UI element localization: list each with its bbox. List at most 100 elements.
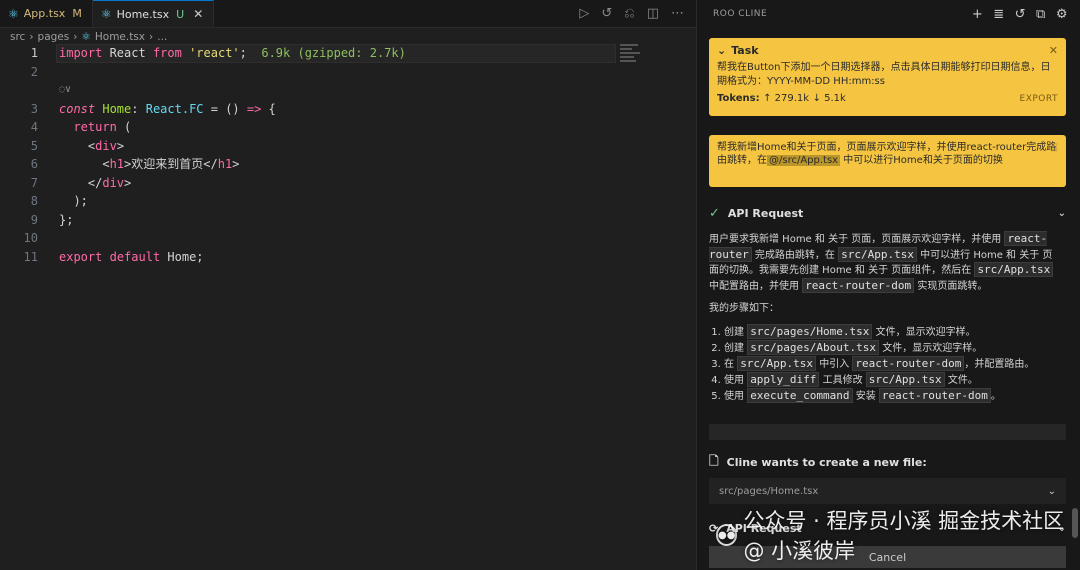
- chevron-right-icon: ›: [29, 31, 34, 43]
- tokens-up: ↑ 279.1k: [763, 93, 810, 104]
- line-number: 4: [30, 120, 38, 134]
- modified-badge: M: [72, 7, 82, 20]
- split-editor-icon[interactable]: ◫: [647, 6, 659, 21]
- tokens-label: Tokens:: [717, 93, 760, 104]
- line-number: 7: [30, 175, 38, 190]
- chevron-down-icon[interactable]: ⌄: [1058, 523, 1066, 534]
- line-number: 3: [30, 101, 38, 116]
- gear-icon[interactable]: ⚙: [1056, 7, 1068, 22]
- code-line: 8 );: [0, 192, 696, 211]
- inline-code: src/App.tsx: [974, 262, 1054, 277]
- task-card: ⌄ Task ✕ 帮我在Button下添加一个日期选择器，点击具体日期能够打印日…: [709, 38, 1066, 116]
- create-file-label: Cline wants to create a new file:: [726, 455, 927, 469]
- codelens-hint-icon[interactable]: ◌∨: [38, 81, 71, 100]
- list-item: 使用 execute_command 安装 react-router-dom。: [724, 387, 1061, 405]
- file-mention[interactable]: @/src/App.tsx: [767, 155, 841, 166]
- code-line: 11 export default Home;: [0, 248, 696, 267]
- import-cost: 6.9k (gzipped: 2.7k): [261, 46, 406, 60]
- list-item: 创建 src/pages/About.tsx 文件，显示欢迎字样。: [724, 339, 1061, 357]
- code-line: 7 </div>: [0, 174, 696, 193]
- edit-icon[interactable]: ▯: [1052, 141, 1058, 154]
- reply-text: 实现页面跳转。: [914, 280, 988, 292]
- api-request-row[interactable]: ⟳ API Request ⌄: [709, 520, 1066, 536]
- line-number: 5: [30, 138, 38, 153]
- breadcrumb-item[interactable]: Home.tsx: [95, 31, 145, 43]
- reply-text: 完成路由跳转，在: [751, 249, 839, 261]
- editor-pane: ⚛ App.tsx M ⚛ Home.tsx U ✕ ▷ ↺ ⎌ ◫ ⋯ src…: [0, 0, 696, 570]
- line-number: 2: [30, 64, 38, 79]
- list-item: 创建 src/pages/Home.tsx 文件，显示欢迎字样。: [724, 323, 1061, 341]
- reply-text: 用户要求我新增 Home 和 关于 页面，页面展示欢迎字样，并使用: [709, 234, 1005, 245]
- breadcrumb-item[interactable]: pages: [38, 31, 70, 43]
- breadcrumb-item[interactable]: ...: [157, 31, 167, 43]
- code-line: 6 <h1>欢迎来到首页</h1>: [0, 155, 696, 174]
- tokens-down: ↓ 5.1k: [812, 93, 846, 104]
- close-icon[interactable]: ✕: [193, 7, 203, 21]
- loading-icon: ⟳: [709, 521, 719, 535]
- line-number: 11: [23, 249, 38, 264]
- reply-text: 中配置路由，并使用: [709, 280, 803, 292]
- tab-bar: ⚛ App.tsx M ⚛ Home.tsx U ✕ ▷ ↺ ⎌ ◫ ⋯: [0, 0, 696, 28]
- untracked-badge: U: [176, 7, 185, 21]
- check-icon: ✓: [709, 205, 720, 221]
- list-item: 使用 apply_diff 工具修改 src/App.tsx 文件。: [724, 371, 1061, 389]
- collapsed-block[interactable]: [709, 424, 1066, 440]
- reply-text: 我的步骤如下：: [709, 303, 779, 314]
- popout-icon[interactable]: ⧉: [1036, 7, 1046, 22]
- api-request-row[interactable]: ✓ API Request ⌄: [709, 204, 1066, 222]
- chevron-down-icon[interactable]: ⌄: [1058, 208, 1066, 219]
- code-line: ◌∨: [0, 81, 696, 100]
- create-file-row: 🗋 Cline wants to create a new file:: [709, 454, 1066, 470]
- tab-label: Home.tsx: [116, 7, 170, 21]
- task-label: Task: [731, 44, 759, 57]
- api-request-label: API Request: [727, 206, 804, 220]
- line-number: 6: [30, 157, 38, 171]
- code-line: 5 <div>: [0, 137, 696, 156]
- scrollbar[interactable]: [1072, 508, 1078, 538]
- code-line: 3 const Home: React.FC = () => {: [0, 100, 696, 119]
- code-area[interactable]: 1 import React from 'react'; 6.9k (gzipp…: [0, 44, 696, 266]
- roo-cline-panel: ROO CLINE + ≣ ↺ ⧉ ⚙ ⌄ Task ✕ 帮我在Button下添…: [696, 0, 1080, 570]
- assistant-reply: 用户要求我新增 Home 和 关于 页面，页面展示欢迎字样，并使用 react-…: [709, 231, 1061, 405]
- file-path: src/pages/Home.tsx: [719, 485, 819, 497]
- chevron-right-icon: ›: [149, 31, 154, 43]
- plus-icon[interactable]: +: [972, 7, 983, 22]
- react-icon: ⚛: [8, 6, 19, 21]
- panel-title: ROO CLINE: [713, 9, 768, 19]
- run-icon[interactable]: ▷: [579, 6, 589, 21]
- more-icon[interactable]: ⋯: [671, 6, 684, 21]
- line-number: 1: [30, 46, 38, 60]
- code-line: 1 import React from 'react'; 6.9k (gzipp…: [0, 44, 696, 63]
- code-line: 4 return (: [0, 118, 696, 137]
- server-icon[interactable]: ≣: [993, 7, 1004, 22]
- tab-app-tsx[interactable]: ⚛ App.tsx M: [0, 0, 93, 27]
- cancel-button[interactable]: Cancel: [709, 546, 1066, 568]
- react-icon: ⚛: [81, 31, 91, 43]
- history-icon[interactable]: ↺: [1015, 7, 1026, 22]
- chevron-right-icon: ›: [73, 31, 78, 43]
- revert-icon[interactable]: ⎌: [624, 6, 634, 21]
- react-icon: ⚛: [100, 7, 112, 21]
- file-path-box[interactable]: src/pages/Home.tsx ⌄: [709, 478, 1066, 504]
- chevron-down-icon[interactable]: ⌄: [1048, 486, 1056, 497]
- line-number: 10: [23, 231, 38, 245]
- steps-list: 创建 src/pages/Home.tsx 文件，显示欢迎字样。 创建 src/…: [709, 323, 1061, 405]
- panel-header: ROO CLINE + ≣ ↺ ⧉ ⚙: [697, 0, 1080, 28]
- code-line: 10: [0, 229, 696, 248]
- message-text: 中可以进行Home和关于页面的切换: [840, 155, 1003, 166]
- editor-actions: ▷ ↺ ⎌ ◫ ⋯: [579, 0, 696, 27]
- tab-label: App.tsx: [23, 7, 66, 20]
- line-number: 8: [30, 194, 38, 208]
- list-item: 在 src/App.tsx 中引入 react-router-dom，并配置路由…: [724, 355, 1061, 373]
- breadcrumb-item[interactable]: src: [10, 31, 25, 43]
- user-message: 帮我新增Home和关于页面，页面展示欢迎字样，并使用react-router完成…: [709, 135, 1066, 187]
- close-icon[interactable]: ✕: [1049, 44, 1058, 57]
- minimap[interactable]: [620, 44, 642, 74]
- line-number: 9: [30, 212, 38, 227]
- history-icon[interactable]: ↺: [601, 6, 612, 21]
- chevron-down-icon[interactable]: ⌄: [717, 44, 726, 57]
- inline-code: react-router-dom: [802, 277, 915, 293]
- export-button[interactable]: EXPORT: [1020, 94, 1058, 104]
- tab-home-tsx[interactable]: ⚛ Home.tsx U ✕: [92, 0, 215, 27]
- code-line: 9 };: [0, 211, 696, 230]
